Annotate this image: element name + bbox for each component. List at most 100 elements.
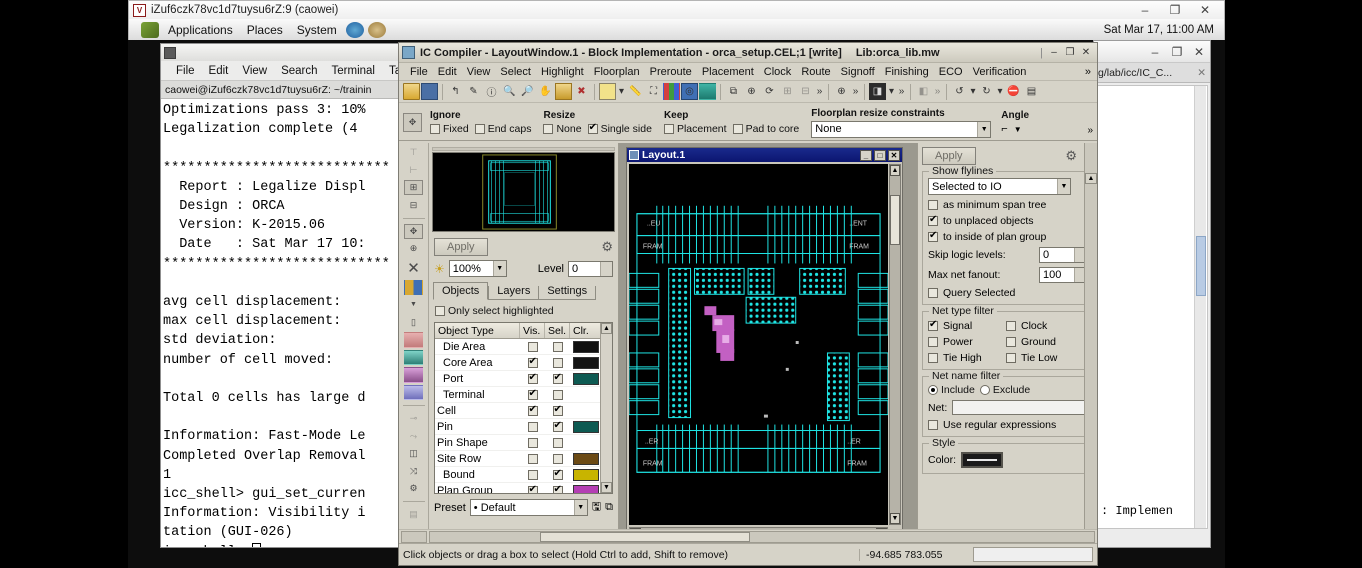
redo-icon[interactable]: ↻	[978, 83, 995, 100]
object-table-scrollbar[interactable]: ▲ ▼	[600, 323, 612, 493]
net-power-checkbox[interactable]: Power	[928, 336, 1006, 348]
background-window-scrollbar[interactable]	[1194, 86, 1206, 528]
net-filter-exclude-radio[interactable]: Exclude	[979, 384, 1030, 396]
save-icon[interactable]	[421, 83, 438, 100]
ignore-fixed-checkbox[interactable]: Fixed	[430, 123, 469, 135]
window-icon[interactable]: ◨	[869, 83, 886, 100]
net-clock-checkbox[interactable]: Clock	[1006, 320, 1057, 332]
icc-menu-finishing[interactable]: Finishing	[880, 66, 934, 78]
zoom-area-icon[interactable]: ⊕	[833, 83, 850, 100]
menu-system[interactable]: System	[290, 23, 344, 37]
icc-menu-edit[interactable]: Edit	[433, 66, 462, 78]
ruler-icon[interactable]: 📏	[627, 83, 644, 100]
skip-logic-levels-stepper[interactable]: 0	[1039, 247, 1087, 263]
right-panel-scrollbar[interactable]: ▲ ▼	[1084, 143, 1097, 544]
checkbox-box[interactable]	[1006, 321, 1016, 331]
delete-tool-icon[interactable]: ✕	[404, 259, 423, 278]
checkbox-box[interactable]	[430, 124, 440, 134]
angle-icon[interactable]: ⌐	[1001, 123, 1007, 135]
ic-compiler-window[interactable]: IC Compiler - LayoutWindow.1 - Block Imp…	[398, 42, 1098, 566]
toolbar-overflow-icon[interactable]: »	[815, 83, 824, 100]
chevron-down-icon[interactable]: ▼	[1014, 125, 1022, 134]
layout-maximize-button[interactable]: □	[874, 149, 886, 161]
color-swatch[interactable]	[570, 372, 602, 385]
flip-icon[interactable]	[404, 332, 423, 348]
visibility-checkbox[interactable]	[520, 356, 545, 368]
stop-icon[interactable]: ⛔	[1005, 83, 1022, 100]
icc-bottom-scroll-strip[interactable]	[399, 529, 1097, 543]
checkbox-box[interactable]	[552, 453, 563, 464]
visibility-checkbox[interactable]	[520, 341, 545, 352]
floorplan-constraints-select[interactable]: None ▼	[811, 120, 992, 138]
use-regex-checkbox[interactable]: Use regular expressions	[928, 419, 1087, 431]
selectable-checkbox[interactable]	[545, 341, 570, 352]
web-browser-icon[interactable]	[345, 21, 364, 38]
checkbox-box[interactable]	[732, 124, 743, 134]
visibility-checkbox[interactable]	[520, 484, 545, 493]
visibility-checkbox[interactable]	[520, 421, 545, 432]
visibility-checkbox[interactable]	[520, 372, 545, 384]
menu-places[interactable]: Places	[240, 23, 290, 37]
checkbox-box[interactable]	[928, 420, 938, 430]
terminal-menu-terminal[interactable]: Terminal	[325, 65, 382, 77]
color-swatch[interactable]	[570, 356, 602, 369]
selectable-checkbox[interactable]	[545, 357, 570, 368]
scrollbar-thumb[interactable]	[1196, 236, 1206, 296]
visibility-checkbox[interactable]	[520, 437, 545, 448]
only-select-highlighted-checkbox[interactable]: Only select highlighted	[435, 305, 554, 317]
color-swatch-box[interactable]	[573, 340, 599, 353]
flyline-mode-select[interactable]: Selected to IO ▼	[928, 178, 1071, 195]
vnc-maximize-button[interactable]: ❐	[1160, 3, 1190, 17]
table-row[interactable]: Core Area	[435, 355, 612, 371]
chevron-down-icon[interactable]: ▼	[410, 297, 418, 312]
copy-preset-icon[interactable]: ⧉	[605, 501, 613, 514]
selectable-checkbox[interactable]	[545, 404, 570, 416]
object-table-body[interactable]: Die Area Core Area Port Terminal Cell Pin Pin …	[435, 339, 612, 493]
chevron-down-icon[interactable]: ▼	[1057, 179, 1070, 194]
scroll-down-icon[interactable]: ▼	[601, 482, 612, 493]
table-row[interactable]: Plan Group	[435, 483, 612, 493]
stepper-arrows-icon[interactable]	[600, 261, 612, 276]
color-box-icon[interactable]	[599, 83, 616, 100]
checkbox-box[interactable]	[527, 372, 538, 384]
color-swatch[interactable]	[570, 340, 602, 353]
column-color[interactable]: Clr.	[570, 323, 602, 338]
optimize-icon[interactable]: ⚙	[404, 481, 423, 496]
icc-maximize-button[interactable]: ❐	[1062, 47, 1078, 58]
terminal-menu-edit[interactable]: Edit	[202, 65, 236, 77]
bgwin-maximize-button[interactable]: ❐	[1166, 45, 1188, 59]
route-icon[interactable]	[404, 349, 423, 366]
tab-objects[interactable]: Objects	[433, 282, 489, 300]
checkbox-box[interactable]	[527, 484, 538, 493]
scroll-up-icon[interactable]: ▲	[1085, 173, 1097, 184]
move-tool-icon[interactable]: ✥	[404, 223, 423, 240]
color-swatch[interactable]	[570, 484, 602, 493]
visibility-checkbox[interactable]	[520, 469, 545, 480]
group-icon[interactable]: ⊟	[404, 197, 423, 212]
toolbar-overflow4-icon[interactable]: »	[933, 83, 942, 100]
keep-pad-to-core-checkbox[interactable]: Pad to core	[732, 123, 799, 135]
net-tie-low-checkbox[interactable]: Tie Low	[1006, 352, 1057, 364]
scroll-down-icon[interactable]: ▼	[890, 513, 900, 524]
add-object-icon[interactable]: ⊕	[404, 241, 423, 256]
checkbox-box[interactable]	[1006, 337, 1016, 347]
table-row[interactable]: Die Area	[435, 339, 612, 355]
checkbox-box[interactable]	[527, 437, 538, 448]
toolbar-overflow3-icon[interactable]: »	[897, 83, 906, 100]
net-signal-checkbox[interactable]: Signal	[928, 319, 1006, 332]
ignore-endcaps-checkbox[interactable]: End caps	[474, 123, 531, 135]
undo-arrow-icon[interactable]: ↰	[447, 83, 464, 100]
place-cell-icon[interactable]: ⊞	[404, 179, 423, 196]
checkbox-box[interactable]	[663, 124, 674, 134]
checkbox-box[interactable]	[928, 337, 938, 347]
table-row[interactable]: Port	[435, 371, 612, 387]
checkbox-box[interactable]	[527, 341, 538, 352]
resize-none-checkbox[interactable]: None	[543, 123, 582, 135]
layout-close-button[interactable]: ✕	[888, 149, 900, 161]
object-type-table[interactable]: Object Type Vis. Sel. Clr. Die Area Core …	[434, 322, 613, 494]
net-name-input[interactable]	[952, 400, 1091, 415]
visibility-checkbox[interactable]	[520, 453, 545, 464]
checkbox-box[interactable]	[552, 437, 563, 448]
layout-child-window[interactable]: Layout.1 _ □ ✕ ..EU ..ENT FRAM FRAM ..ER…	[626, 147, 903, 542]
checkbox-box[interactable]	[1006, 353, 1016, 363]
